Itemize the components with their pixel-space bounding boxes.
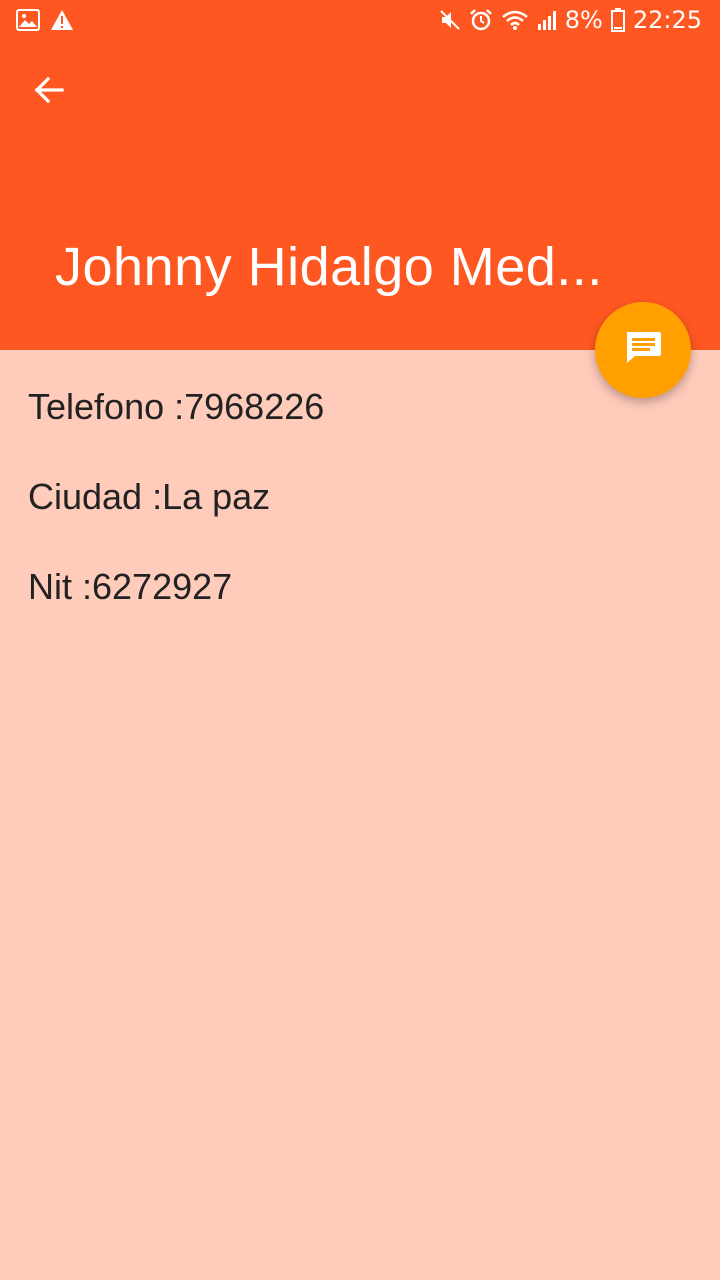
battery-percent: 8% xyxy=(564,6,603,34)
signal-icon xyxy=(537,10,557,30)
image-icon xyxy=(16,9,40,31)
details-list: Telefono :7968226 Ciudad :La paz Nit :62… xyxy=(28,382,324,652)
detail-ciudad: Ciudad :La paz xyxy=(28,476,271,517)
detail-nit: Nit :6272927 xyxy=(28,566,233,607)
detail-telefono: Telefono :7968226 xyxy=(28,386,325,427)
page-title: Johnny Hidalgo Med... xyxy=(55,237,603,297)
message-button[interactable] xyxy=(595,302,691,398)
message-icon xyxy=(623,330,663,371)
battery-icon xyxy=(610,8,625,32)
arrow-left-icon xyxy=(33,74,65,111)
clock: 22:25 xyxy=(632,6,702,34)
mute-icon xyxy=(439,9,461,31)
wifi-icon xyxy=(501,9,529,31)
status-bar: 8% 22:25 xyxy=(0,0,720,44)
back-button[interactable] xyxy=(22,65,76,119)
alarm-icon xyxy=(469,8,493,32)
warning-icon xyxy=(50,9,74,31)
